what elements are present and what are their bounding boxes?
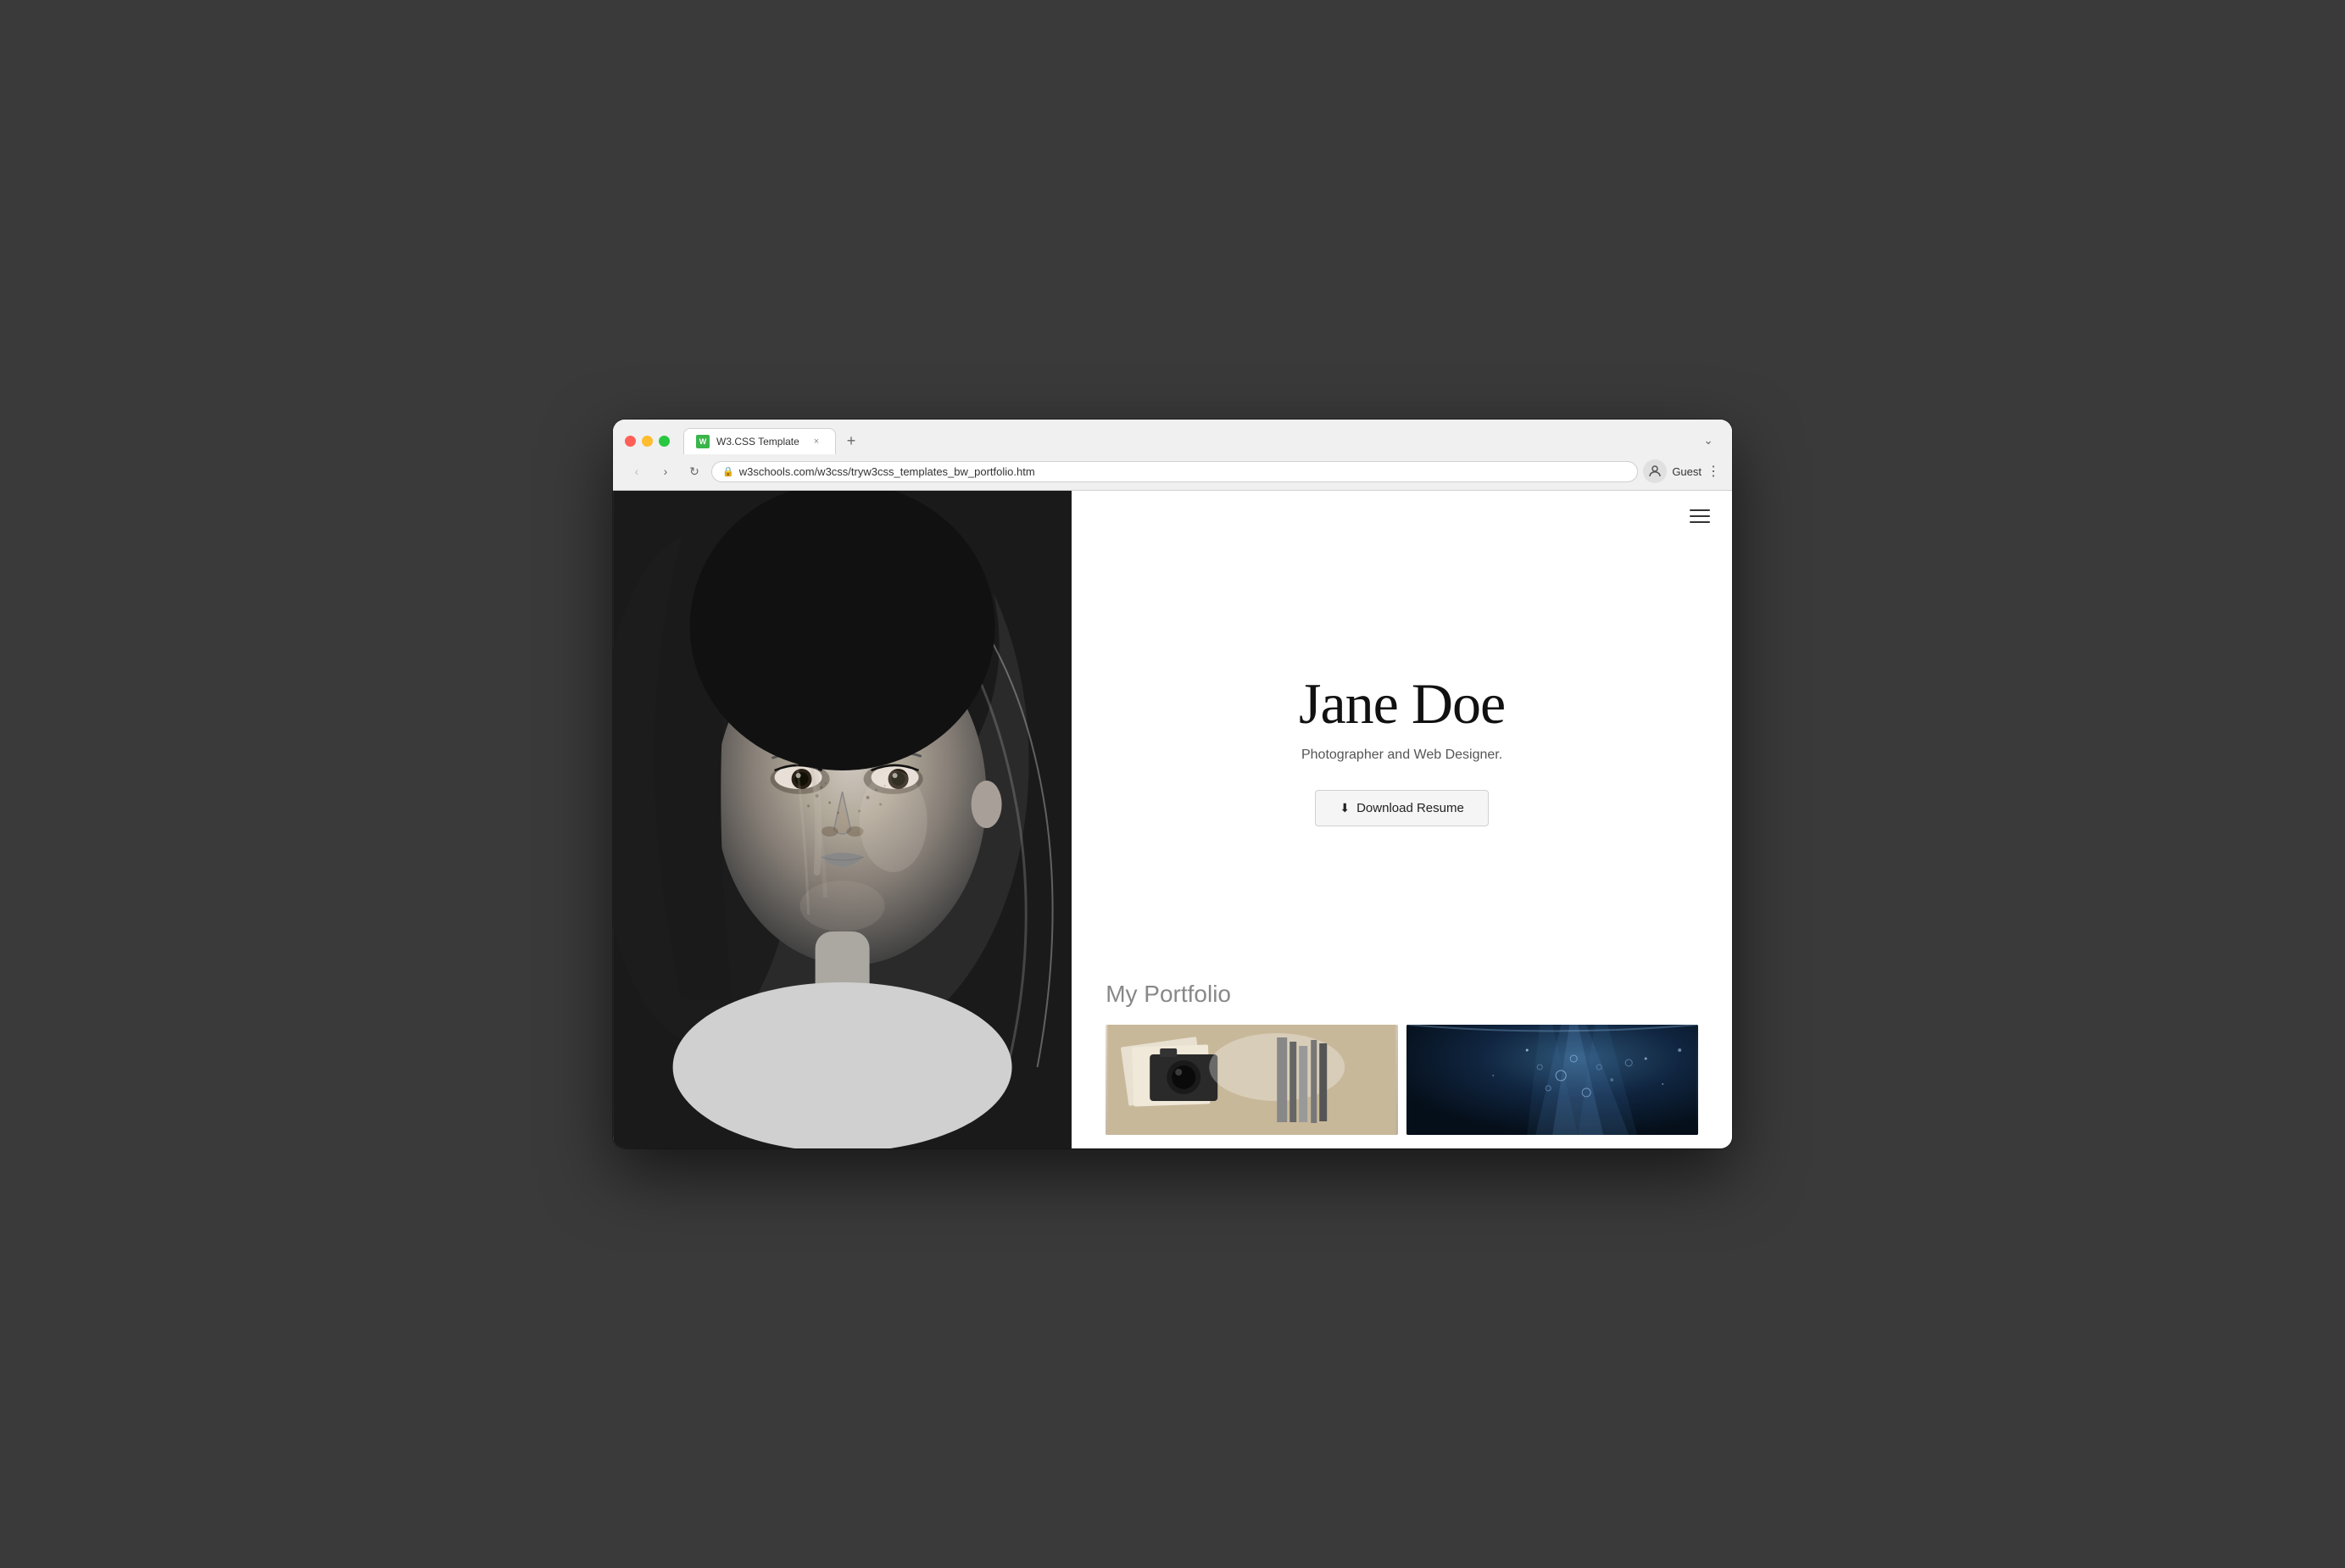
- lock-icon: 🔒: [722, 466, 734, 477]
- hero-name: Jane Doe: [1299, 670, 1505, 737]
- download-icon: ⬇: [1340, 801, 1350, 815]
- reload-button[interactable]: ↻: [682, 459, 706, 483]
- titlebar: W W3.CSS Template × + ⌄: [613, 420, 1732, 454]
- profile-area: Guest ⋮: [1643, 459, 1720, 483]
- minimize-window-button[interactable]: [642, 436, 653, 447]
- forward-button[interactable]: ›: [654, 459, 677, 483]
- portrait-image: [613, 491, 1072, 1148]
- hero-section: Jane Doe Photographer and Web Designer. …: [1072, 542, 1732, 955]
- browser-chrome: W W3.CSS Template × + ⌄ ‹ › ↻ 🔒 w3school…: [613, 420, 1732, 491]
- browser-tab-active[interactable]: W W3.CSS Template ×: [683, 428, 836, 454]
- content-panel: Jane Doe Photographer and Web Designer. …: [1072, 491, 1732, 1148]
- portfolio-item-1[interactable]: [1106, 1025, 1397, 1135]
- portfolio-section: My Portfolio: [1072, 955, 1732, 1148]
- new-tab-button[interactable]: +: [839, 429, 863, 453]
- hamburger-menu-area: [1072, 491, 1732, 542]
- tab-close-button[interactable]: ×: [810, 435, 823, 448]
- maximize-window-button[interactable]: [659, 436, 670, 447]
- tab-title: W3.CSS Template: [716, 436, 803, 448]
- profile-icon: [1643, 459, 1667, 483]
- underwater-image: [1406, 1025, 1698, 1135]
- page-content: Jane Doe Photographer and Web Designer. …: [613, 491, 1732, 1148]
- address-bar[interactable]: 🔒 w3schools.com/w3css/tryw3css_templates…: [711, 461, 1638, 482]
- tabs-row: W W3.CSS Template × + ⌄: [683, 428, 1720, 454]
- back-button[interactable]: ‹: [625, 459, 649, 483]
- browser-menu-button[interactable]: ⋮: [1707, 463, 1720, 480]
- close-window-button[interactable]: [625, 436, 636, 447]
- address-bar-row: ‹ › ↻ 🔒 w3schools.com/w3css/tryw3css_tem…: [613, 454, 1732, 490]
- hero-photo-panel: [613, 491, 1072, 1148]
- tab-favicon: W: [696, 435, 710, 448]
- portfolio-title: My Portfolio: [1106, 981, 1698, 1008]
- download-btn-label: Download Resume: [1356, 801, 1464, 815]
- portfolio-item-2[interactable]: [1406, 1025, 1698, 1135]
- portfolio-grid: [1106, 1025, 1698, 1135]
- hamburger-menu-button[interactable]: [1686, 506, 1713, 526]
- tab-expand-button[interactable]: ⌄: [1696, 429, 1720, 453]
- window-controls: [625, 436, 670, 447]
- browser-window: W W3.CSS Template × + ⌄ ‹ › ↻ 🔒 w3school…: [613, 420, 1732, 1148]
- hero-subtitle: Photographer and Web Designer.: [1301, 748, 1502, 763]
- url-text: w3schools.com/w3css/tryw3css_templates_b…: [739, 465, 1628, 478]
- profile-name: Guest: [1672, 465, 1702, 478]
- download-resume-button[interactable]: ⬇ Download Resume: [1315, 790, 1488, 826]
